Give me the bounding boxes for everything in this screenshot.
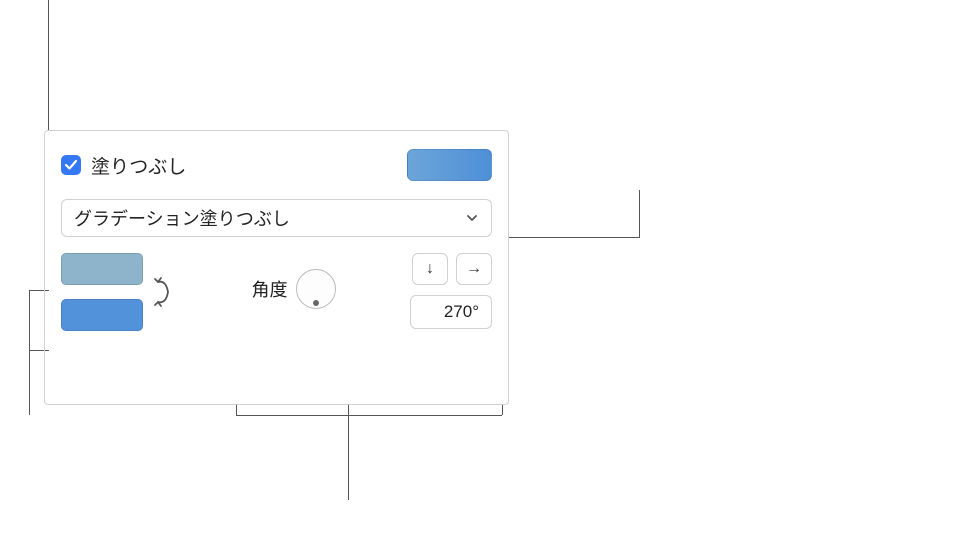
angle-group: 角度 <box>252 269 336 309</box>
swap-colors-button[interactable] <box>149 278 177 306</box>
fill-checkbox[interactable] <box>61 155 81 175</box>
direction-buttons: ↓ → <box>412 253 492 285</box>
chevron-down-icon <box>457 203 487 233</box>
gradient-controls: 角度 ↓ → 270° <box>61 253 492 331</box>
direction-down-button[interactable]: ↓ <box>412 253 448 285</box>
angle-value: 270° <box>444 302 479 322</box>
callout-line-left-down <box>29 350 30 415</box>
direction-controls: ↓ → 270° <box>410 253 492 329</box>
callout-line-bottom-h <box>236 415 502 416</box>
angle-input[interactable]: 270° <box>410 295 492 329</box>
checkmark-icon <box>64 158 78 172</box>
callout-line-right-v <box>639 190 640 238</box>
callout-line-bottom <box>348 405 349 500</box>
callout-line-right <box>509 237 639 238</box>
fill-type-dropdown[interactable]: グラデーション塗りつぶし <box>61 199 492 237</box>
arrow-down-icon: ↓ <box>426 260 434 278</box>
callout-line-bottom-l <box>236 405 237 415</box>
fill-header: 塗りつぶし <box>61 149 492 181</box>
callout-line-bottom-r <box>502 405 503 415</box>
color-stop-2[interactable] <box>61 299 143 331</box>
color-stop-1[interactable] <box>61 253 143 285</box>
fill-panel: 塗りつぶし グラデーション塗りつぶし <box>44 130 509 405</box>
callout-line-top <box>48 0 49 130</box>
fill-checkbox-group[interactable]: 塗りつぶし <box>61 152 186 179</box>
callout-line-left1 <box>29 290 30 350</box>
stops-column <box>61 253 143 331</box>
fill-preview-swatch[interactable] <box>407 149 492 181</box>
direction-right-button[interactable]: → <box>456 253 492 285</box>
color-stops-group <box>61 253 177 331</box>
angle-label: 角度 <box>252 276 288 302</box>
arrow-right-icon: → <box>466 260 482 278</box>
fill-type-label: グラデーション塗りつぶし <box>74 205 290 231</box>
swap-vertical-icon <box>152 274 174 310</box>
angle-dial[interactable] <box>296 269 336 309</box>
fill-label: 塗りつぶし <box>91 152 186 179</box>
